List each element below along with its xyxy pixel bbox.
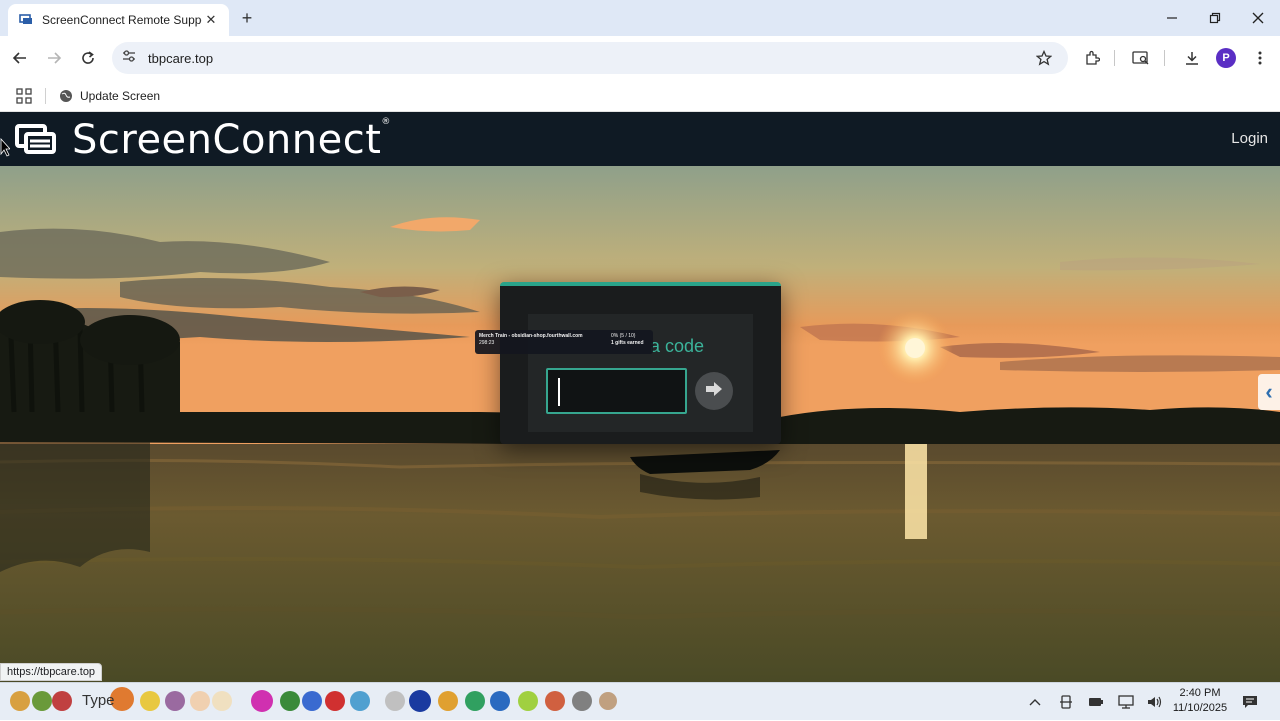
stream-emote-strip <box>10 687 617 712</box>
toolbar-divider <box>1164 50 1165 66</box>
bookmarks-divider <box>45 88 46 104</box>
stream-overlay-widget: Merch Train - obsidian-shop.fourthwall.c… <box>475 330 653 354</box>
bookmark-star-icon[interactable] <box>1032 46 1056 70</box>
login-link[interactable]: Login <box>1231 130 1268 147</box>
screenconnect-header: ScreenConnect® Login <box>0 112 1280 166</box>
notifications-icon[interactable] <box>1240 692 1260 712</box>
clock-time: 2:40 PM <box>1179 687 1221 699</box>
forward-arrow-icon[interactable] <box>42 46 66 70</box>
overlay-title: Merch Train - obsidian-shop.fourthwall.c… <box>479 333 583 339</box>
taskbar-search-text[interactable]: Type <box>82 692 115 709</box>
browser-toolbar: tbpcare.top P <box>0 36 1280 80</box>
text-caret <box>558 378 560 406</box>
new-tab-button[interactable]: + <box>236 7 258 29</box>
url-text[interactable]: tbpcare.top <box>148 51 213 66</box>
network-icon[interactable] <box>1116 692 1136 712</box>
clock-date: 11/10/2025 <box>1172 702 1228 714</box>
back-arrow-icon[interactable] <box>8 46 32 70</box>
battery-icon[interactable] <box>1086 692 1106 712</box>
overlay-gifts: 1 gifts earned <box>611 340 644 346</box>
submit-code-button[interactable] <box>695 372 733 410</box>
screenconnect-favicon-icon <box>18 12 34 28</box>
browser-tab[interactable]: ScreenConnect Remote Support ✕ <box>8 4 229 36</box>
brand-name: ScreenConnect® <box>72 117 391 163</box>
globe-icon <box>58 88 74 104</box>
chevron-up-icon[interactable] <box>1025 692 1045 712</box>
device-icon[interactable] <box>1056 692 1076 712</box>
site-settings-icon[interactable] <box>122 49 136 68</box>
code-entry-dialog: a code <box>500 282 781 444</box>
download-icon[interactable] <box>1180 46 1204 70</box>
code-input[interactable] <box>546 368 687 414</box>
menu-kebab-icon[interactable] <box>1248 46 1272 70</box>
toolbar-divider <box>1114 50 1115 66</box>
minimize-button[interactable] <box>1152 6 1192 30</box>
overlay-progress: 0% (5 / 10) <box>611 333 636 339</box>
mouse-cursor-icon <box>0 137 11 158</box>
address-bar[interactable]: tbpcare.top <box>112 42 1068 74</box>
tab-search-icon[interactable] <box>1129 46 1153 70</box>
bookmark-update-screen[interactable]: Update Screen <box>58 84 160 108</box>
overlay-timer: 298:23 <box>479 340 495 346</box>
apps-grid-icon[interactable] <box>16 88 32 104</box>
tab-title: ScreenConnect Remote Support <box>42 13 202 27</box>
web-page: ScreenConnect® Login ‹ a code Merch Trai… <box>0 112 1280 682</box>
volume-icon[interactable] <box>1145 692 1165 712</box>
bookmarks-bar: Update Screen <box>0 80 1280 112</box>
extensions-icon[interactable] <box>1080 46 1104 70</box>
bookmark-label: Update Screen <box>80 89 161 103</box>
profile-avatar[interactable]: P <box>1214 46 1238 70</box>
tab-strip: ScreenConnect Remote Support ✕ + <box>0 0 1280 36</box>
tab-close-icon[interactable]: ✕ <box>203 12 219 28</box>
taskbar-clock[interactable]: 2:40 PM 11/10/2025 <box>1168 686 1232 716</box>
close-window-button[interactable] <box>1238 6 1278 30</box>
restore-button[interactable] <box>1195 6 1235 30</box>
dialog-title: a code <box>650 336 705 356</box>
reload-icon[interactable] <box>76 46 100 70</box>
arrow-right-icon <box>704 381 724 402</box>
windows-taskbar: Type 2:40 PM 11/10/2025 <box>0 682 1280 720</box>
screenconnect-logo-icon <box>14 122 56 156</box>
chevron-left-icon[interactable]: ‹ <box>1258 374 1280 410</box>
